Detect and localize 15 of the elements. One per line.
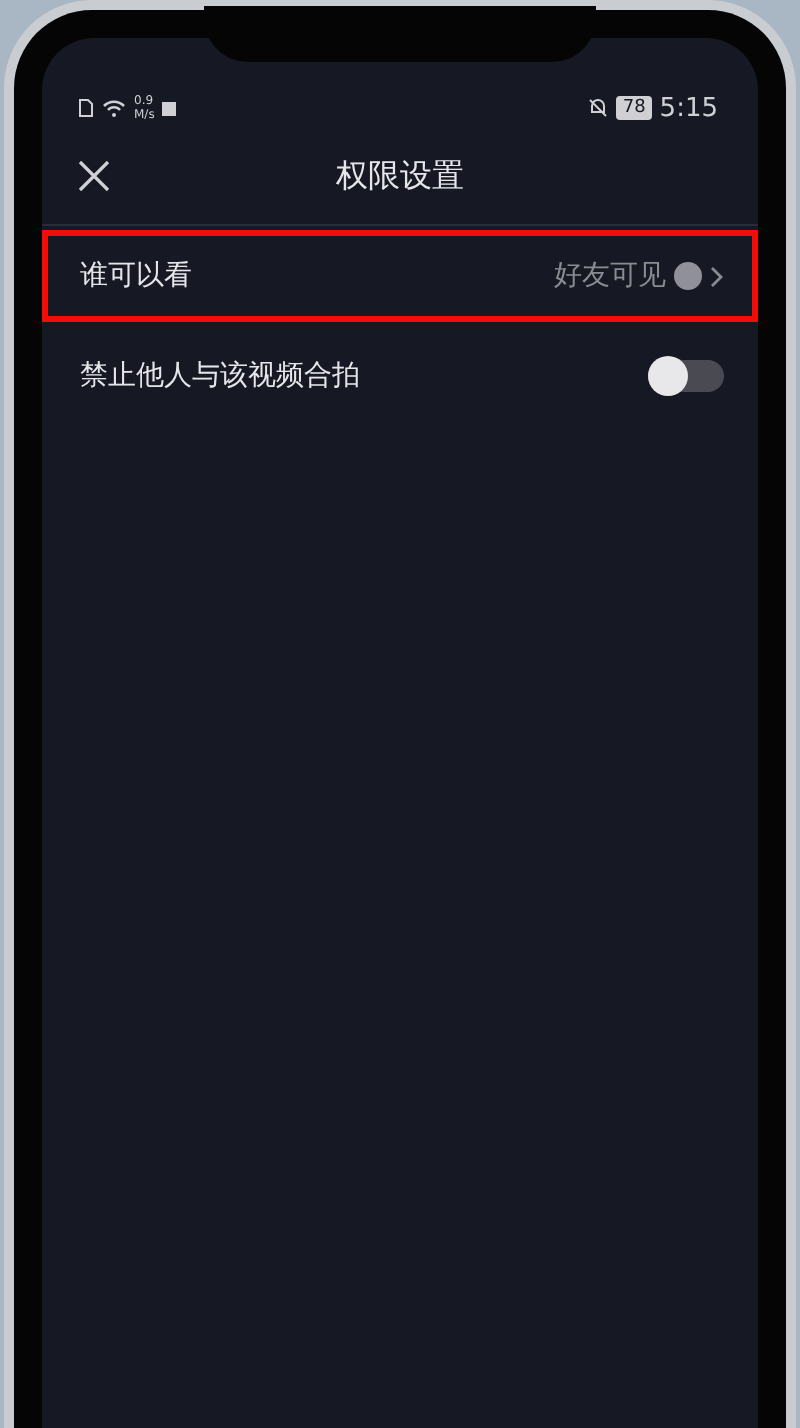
battery-level: 78 xyxy=(616,96,652,120)
close-icon[interactable] xyxy=(78,160,110,192)
muted-bell-icon xyxy=(588,98,609,118)
setting-label: 谁可以看 xyxy=(80,258,194,294)
wifi-icon xyxy=(102,99,126,117)
sim-icon xyxy=(78,98,94,118)
toggle-switch[interactable] xyxy=(648,360,724,392)
setting-value: 好友可见 xyxy=(554,258,666,294)
highlighted-setting-row[interactable]: 谁可以看 好友可见 xyxy=(42,230,758,322)
setting-label: 禁止他人与该视频合拍 xyxy=(80,358,362,394)
chevron-right-icon xyxy=(710,265,724,287)
page-title: 权限设置 xyxy=(336,156,464,198)
square-icon xyxy=(162,101,177,115)
status-time: 5:15 xyxy=(659,93,718,123)
touch-indicator xyxy=(674,262,702,290)
